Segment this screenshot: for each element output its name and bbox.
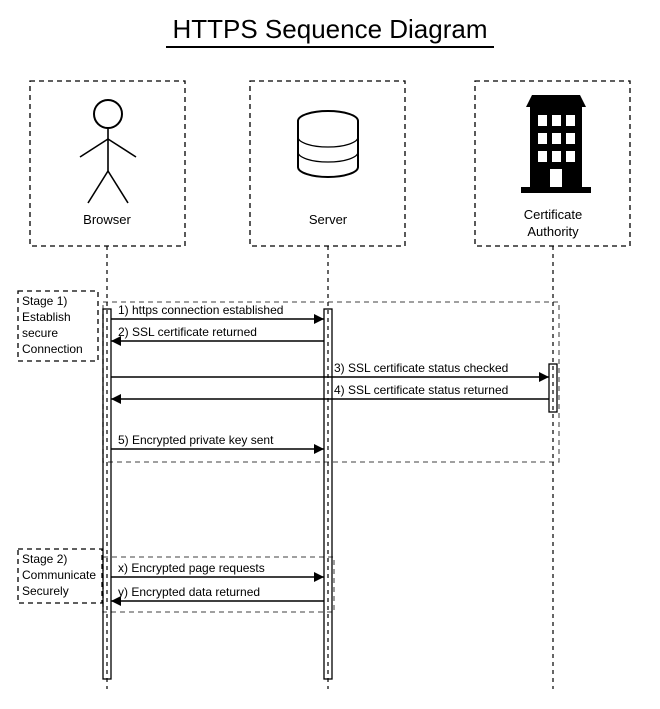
- server-label: Server: [309, 212, 348, 227]
- label-m1: 1) https connection established: [118, 303, 283, 317]
- browser-label: Browser: [83, 212, 131, 227]
- label-mx: x) Encrypted page requests: [118, 561, 265, 575]
- stage1-line2: Establish: [22, 310, 71, 324]
- label-my: y) Encrypted data returned: [118, 585, 260, 599]
- label-m4: 4) SSL certificate status returned: [334, 383, 508, 397]
- label-m3: 3) SSL certificate status checked: [334, 361, 508, 375]
- ca-activation: [549, 364, 557, 412]
- sequence-diagram: Browser Server Certificate Authority Sta…: [10, 79, 650, 699]
- label-m2: 2) SSL certificate returned: [118, 325, 257, 339]
- database-icon: [298, 111, 358, 177]
- title-text: HTTPS Sequence Diagram: [166, 14, 493, 48]
- person-icon: [80, 100, 136, 203]
- ca-label-1: Certificate: [524, 207, 583, 222]
- label-m5: 5) Encrypted private key sent: [118, 433, 274, 447]
- stage2-line2: Communicate: [22, 568, 96, 582]
- diagram-title: HTTPS Sequence Diagram: [10, 14, 650, 45]
- ca-label-2: Authority: [527, 224, 579, 239]
- stage1-line1: Stage 1): [22, 294, 67, 308]
- stage2-line3: Securely: [22, 584, 69, 598]
- stage2-line1: Stage 2): [22, 552, 67, 566]
- stage1-line3: secure: [22, 326, 58, 340]
- stage1-line4: Connection: [22, 342, 83, 356]
- building-icon: [521, 95, 591, 193]
